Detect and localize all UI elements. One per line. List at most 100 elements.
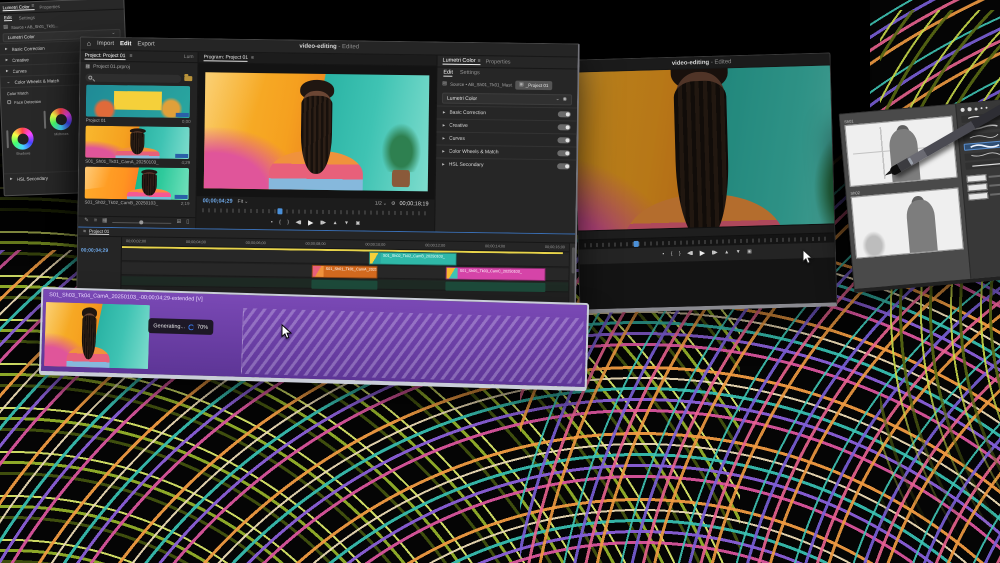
playhead[interactable] [277,208,282,214]
tab-properties[interactable]: Properties [485,59,510,65]
brush-size-dot[interactable] [985,107,987,109]
pencil-icon[interactable]: ✎ [84,219,89,225]
step-back-button[interactable]: ◀▮ [295,220,301,225]
shadows-wheel[interactable] [11,127,34,150]
generative-extend-clip[interactable]: S01_Sh03_Tk04_CamA_20250103_-00;00;04;29… [39,287,589,391]
panel-menu-icon[interactable]: ≡ [251,55,254,60]
trash-icon[interactable]: ▯ [186,220,189,226]
brush-preset-6[interactable] [965,159,1000,170]
clip-thumb [370,253,381,264]
thumbnail-size-slider[interactable] [112,221,171,223]
win2-program-monitor [574,65,834,230]
project-item-clip-a[interactable]: S01_Sh01_Tk01_CamA_20250103_4;29 [85,126,191,165]
shadows-slider[interactable] [6,130,9,148]
brush-preset-5[interactable] [964,150,1000,161]
section-toggle[interactable] [558,111,571,117]
search-input[interactable] [85,73,181,82]
list-view-icon[interactable]: ≡ [94,219,97,225]
layer-row[interactable] [966,172,1000,183]
subtab-edit[interactable]: Edit [4,15,12,21]
timeline-clip-magenta[interactable]: S01_Sh05_Tk03_CamC_20250103_ [446,267,546,281]
chevron-down-icon[interactable]: ⌄ [555,97,559,102]
lift-button[interactable]: ▲ [333,221,338,226]
section-toggle[interactable] [558,124,571,130]
tab-lumetri-color[interactable]: Lumetri Color≡ [443,58,481,66]
panel-menu-icon[interactable]: ≡ [83,229,86,234]
ruler-tick: 00;00;10;00 [365,243,385,247]
layer-row[interactable] [967,181,1000,192]
win2-add-marker-button[interactable]: ▪ [662,252,663,257]
win2-mark-out-button[interactable]: } [679,252,680,257]
home-icon[interactable]: ⌂ [87,40,91,47]
storyboard-frame-2[interactable] [851,187,964,258]
export-frame-button[interactable]: ▣ [355,221,359,226]
subtab-settings[interactable]: Settings [19,15,35,21]
tab-properties[interactable]: Properties [39,4,60,10]
mark-in-button[interactable]: { [279,220,280,225]
menu-export[interactable]: Export [137,41,154,47]
tab-lumetri-color[interactable]: Lumetri Color≡ [2,4,34,11]
win2-step-forward-button[interactable]: ▮▶ [712,251,718,256]
layer-row[interactable] [968,190,1000,201]
audio-clip[interactable] [445,282,545,292]
settings-gear-icon[interactable]: ⚙ [391,201,396,206]
face-detection-checkbox[interactable] [7,100,11,104]
step-forward-button[interactable]: ▮▶ [320,220,326,225]
visibility-icon[interactable]: ◉ [563,97,567,102]
brush-size-dot[interactable] [967,107,971,111]
project-item-clip-b[interactable]: S01_Sh02_Tk02_CamB_20250103_2;19 [85,167,191,206]
grid-view-icon[interactable]: ▦ [102,219,107,225]
brush-size-dot[interactable] [974,107,977,110]
audio-clip[interactable] [311,280,377,290]
win2-mark-in-button[interactable]: { [671,252,672,257]
layer-thumbnail [967,182,988,191]
midtones-wheel[interactable] [49,108,72,131]
tab-program[interactable]: Program: Project 01 [204,54,249,62]
lumetri-section-hsl-secondary[interactable]: ▸ HSL Secondary [436,158,576,173]
tab-sequence[interactable]: Project 01 [89,229,109,235]
extract-button[interactable]: ▼ [344,221,349,226]
win2-extract-button[interactable]: ▼ [736,250,741,255]
zoom-level-dropdown[interactable]: Fit⌄ [238,199,249,205]
lumetri-preset-dropdown[interactable]: Lumetri Color ⌄ ◉ [442,93,572,106]
subtab-settings[interactable]: Settings [460,70,480,76]
tab-project[interactable]: Project: Project 01 [85,52,126,60]
add-marker-button[interactable]: ▪ [271,220,272,225]
timeline-timecode[interactable]: 00;00;04;29 [81,248,108,254]
win2-export-frame-button[interactable]: ▣ [747,250,751,255]
playback-resolution-dropdown[interactable]: 1/2⌄ [375,201,387,207]
win2-lift-button[interactable]: ▲ [724,250,729,255]
new-item-icon[interactable]: ⊞ [177,220,182,226]
menu-edit[interactable]: Edit [120,41,131,47]
section-toggle[interactable] [557,137,570,143]
tab-lumetri-truncated[interactable]: Lum [184,54,194,60]
timeline-scrollbar[interactable] [568,243,575,303]
panel-menu-icon[interactable]: ≡ [31,4,34,9]
current-timecode[interactable]: 00;00;04;29 [203,198,233,204]
mark-out-button[interactable]: } [287,220,288,225]
project-item-sequence[interactable]: Project 010;00 [86,85,192,124]
menu-import[interactable]: Import [97,41,114,47]
win2-play-button[interactable]: ▶ [700,250,705,257]
ruler-tick: 00;00;06;00 [246,241,266,245]
play-button[interactable]: ▶ [308,219,313,226]
section-toggle[interactable] [557,163,570,169]
brush-preset-4-selected[interactable] [964,140,1000,151]
panel-menu-icon[interactable]: ≡ [478,59,481,64]
section-toggle[interactable] [557,150,570,156]
panel-menu-icon[interactable]: ≡ [129,54,132,59]
scrub-track[interactable] [202,208,428,215]
timeline-clip-orange[interactable]: S01_Sh01_Tk01_CamA_20250103_ [312,265,378,279]
folder-icon[interactable] [184,76,192,81]
brush-size-dot[interactable] [960,108,964,112]
timeline-clip-teal[interactable]: S01_Sh02_Tk02_CamB_20250103_ [369,252,457,266]
brush-size-dot[interactable] [980,107,983,110]
section-label: Basic Correction [449,110,554,117]
storyboard-frame-1[interactable] [845,116,958,187]
midtones-slider[interactable] [44,111,47,129]
chevron-down-icon[interactable]: ⌄ [111,31,115,36]
win2-step-back-button[interactable]: ◀▮ [687,251,693,256]
win2-playhead[interactable] [633,240,638,246]
sequence-chip-button[interactable]: ▣_Project 01 [515,81,553,91]
subtab-edit[interactable]: Edit [443,69,453,76]
